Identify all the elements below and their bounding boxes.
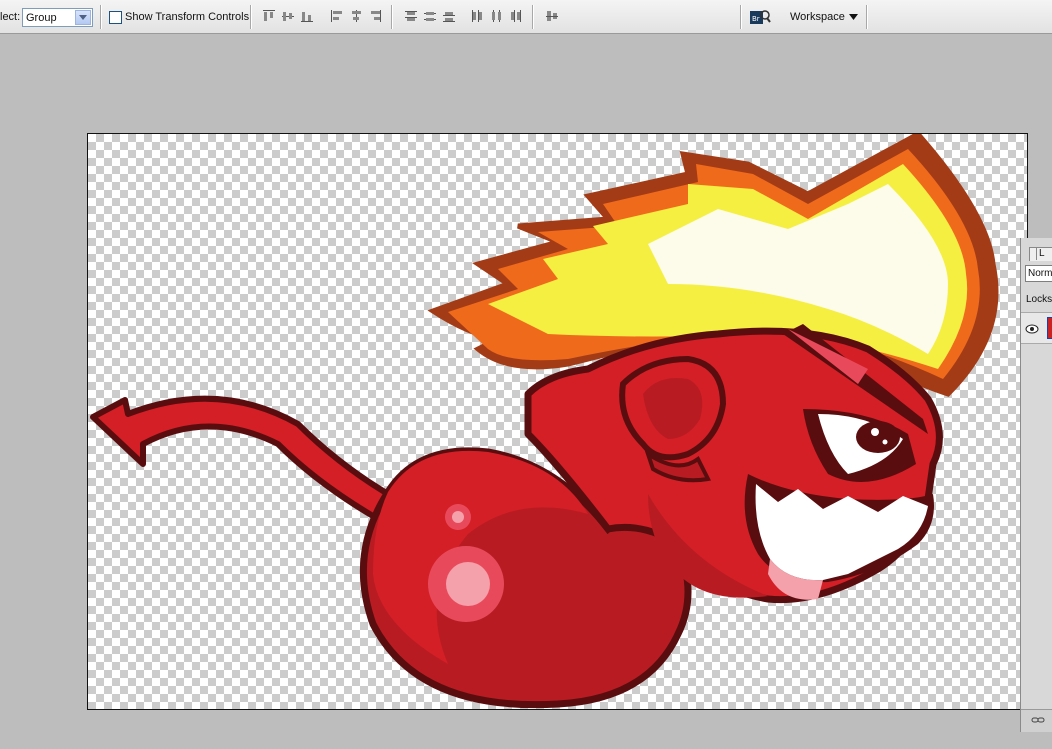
separator [532,5,534,29]
distribute-top-icon[interactable] [404,9,418,23]
channels-tab-stub[interactable] [1030,248,1037,260]
devil-artwork [90,134,999,709]
align-top-edges-icon[interactable] [262,9,276,23]
svg-text:Br: Br [752,15,760,23]
show-transform-controls-label: Show Transform Controls [125,11,250,23]
bridge-icon[interactable]: Br [749,8,771,26]
align-bottom-edges-icon[interactable] [300,9,314,23]
workspace-label: Workspace [790,11,845,23]
tab-layers[interactable]: L [1029,247,1052,261]
options-bar: lect: Group Show Transform Controls Br W… [0,0,1052,34]
layers-panel: L Norm Locks: [1020,238,1052,732]
separator [866,5,868,29]
layer-thumbnail [1047,317,1052,339]
separator [250,5,252,29]
document-canvas[interactable] [87,133,1028,710]
align-right-edges-icon[interactable] [368,9,382,23]
locks-label: Locks: [1026,294,1052,305]
auto-select-dropdown[interactable]: Group [22,8,93,27]
separator [391,5,393,29]
distribute-bottom-icon[interactable] [442,9,456,23]
blend-mode-select[interactable]: Norm [1025,265,1052,282]
align-horizontal-centers-icon[interactable] [349,9,363,23]
tab-layers-label: L [1039,248,1045,259]
auto-select-value: Group [26,11,57,24]
separator [740,5,742,29]
distribute-right-icon[interactable] [508,9,522,23]
layer-row[interactable] [1021,312,1052,344]
show-transform-controls-checkbox[interactable]: Show Transform Controls [109,0,249,34]
separator [100,5,102,29]
align-vertical-centers-icon[interactable] [281,9,295,23]
chevron-down-icon [848,14,858,20]
workspace-menu-button[interactable]: Workspace [790,0,858,34]
eye-icon[interactable] [1025,324,1039,334]
distribute-left-icon[interactable] [470,9,484,23]
chevron-down-icon[interactable] [75,10,91,25]
distribute-vertical-centers-icon[interactable] [423,9,437,23]
align-left-edges-icon[interactable] [330,9,344,23]
distribute-horizontal-centers-icon[interactable] [489,9,503,23]
link-layers-icon[interactable] [1031,715,1045,725]
checkbox-box[interactable] [109,10,122,24]
auto-select-label: lect: [0,11,21,23]
layers-panel-footer [1021,709,1052,732]
auto-align-icon[interactable] [545,9,559,23]
